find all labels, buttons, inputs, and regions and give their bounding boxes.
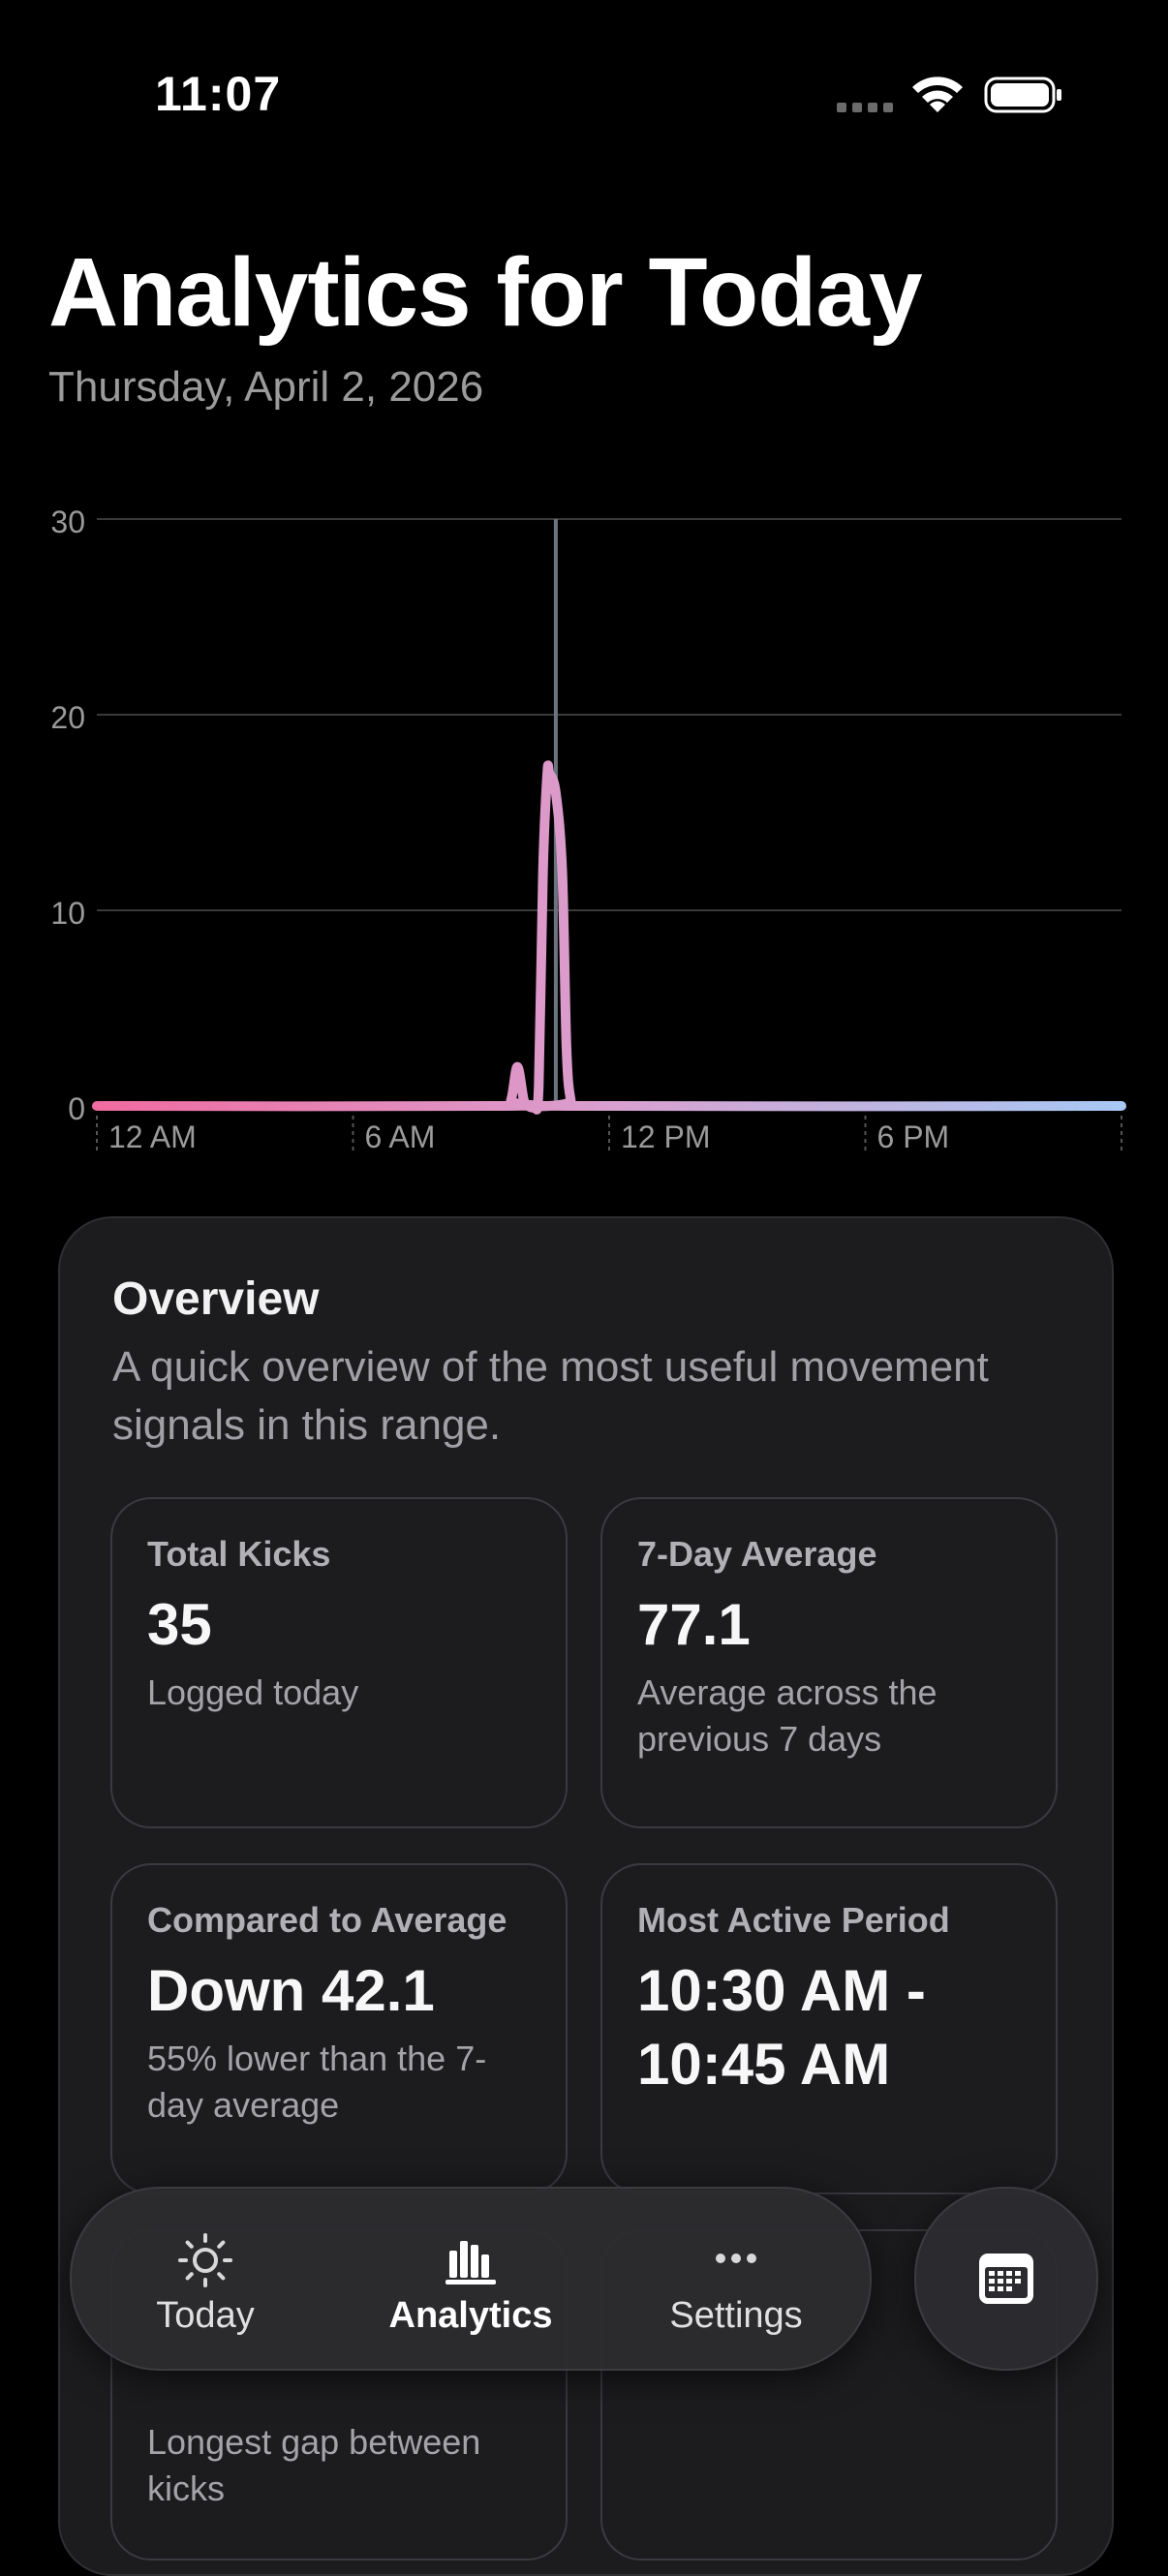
overview-title: Overview bbox=[112, 1273, 320, 1325]
tab-label: Today bbox=[156, 2295, 255, 2336]
y-tick-label: 20 bbox=[50, 700, 85, 735]
y-tick-label: 0 bbox=[68, 1091, 85, 1126]
tab-today[interactable]: Today bbox=[79, 2189, 331, 2369]
tile-value: Down 42.1 bbox=[147, 1958, 435, 2023]
calendar-button[interactable] bbox=[914, 2187, 1098, 2371]
stat-tile-compared-to-average: Compared to Average Down 42.1 55% lower … bbox=[110, 1863, 568, 2194]
tile-label: Total Kicks bbox=[147, 1534, 331, 1574]
tab-label: Analytics bbox=[388, 2295, 553, 2336]
overview-card: Overview A quick overview of the most us… bbox=[58, 1216, 1114, 2576]
tile-subtext: Logged today bbox=[147, 1672, 359, 1712]
chart-bars-icon bbox=[446, 2241, 496, 2285]
status-bar: 11:07 bbox=[0, 0, 1168, 194]
tab-bar: Today Analytics Settings bbox=[70, 2187, 872, 2371]
tile-value: 77.1 bbox=[637, 1592, 751, 1657]
x-tick-label: 12 AM bbox=[108, 1119, 197, 1154]
tile-label: Most Active Period bbox=[637, 1900, 950, 1940]
ellipsis-icon bbox=[716, 2254, 756, 2263]
tab-analytics[interactable]: Analytics bbox=[345, 2189, 597, 2369]
x-tick-label: 6 AM bbox=[365, 1119, 436, 1154]
series-line bbox=[92, 760, 1126, 1115]
battery-icon bbox=[984, 77, 1061, 113]
page-date: Thursday, April 2, 2026 bbox=[48, 363, 484, 411]
wifi-icon bbox=[912, 77, 963, 112]
x-tick-label: 12 PM bbox=[621, 1119, 710, 1154]
overview-description: A quick overview of the most useful move… bbox=[112, 1343, 989, 1449]
tile-label: 7-Day Average bbox=[637, 1534, 877, 1574]
stat-tile-7-day-average: 7-Day Average 77.1 Average across the pr… bbox=[600, 1497, 1058, 1828]
cellular-signal-icon bbox=[837, 103, 895, 112]
calendar-icon bbox=[979, 2254, 1033, 2304]
y-tick-label: 30 bbox=[50, 505, 85, 539]
status-time: 11:07 bbox=[155, 67, 282, 121]
tile-subtext: Longest gap between kicks bbox=[147, 2422, 481, 2508]
kicks-line-chart[interactable]: 0 10 20 30 12 AM 6 AM 12 PM 6 PM bbox=[0, 484, 1168, 1181]
tile-subtext: 55% lower than the 7-day average bbox=[147, 2039, 487, 2125]
stat-tile-total-kicks: Total Kicks 35 Logged today bbox=[110, 1497, 568, 1828]
tile-value: 10:30 AM - 10:45 AM bbox=[637, 1958, 926, 2097]
stat-tile-most-active-period: Most Active Period 10:30 AM - 10:45 AM bbox=[600, 1863, 1058, 2194]
page-title: Analytics for Today bbox=[48, 238, 923, 347]
tile-value: 35 bbox=[147, 1592, 212, 1657]
tile-label: Compared to Average bbox=[147, 1900, 507, 1940]
sun-icon bbox=[178, 2233, 232, 2287]
y-tick-label: 10 bbox=[50, 896, 85, 931]
tile-subtext: Average across the previous 7 days bbox=[637, 1672, 937, 1759]
tab-settings[interactable]: Settings bbox=[610, 2189, 862, 2369]
x-tick-label: 6 PM bbox=[877, 1119, 950, 1154]
tab-label: Settings bbox=[669, 2295, 803, 2336]
